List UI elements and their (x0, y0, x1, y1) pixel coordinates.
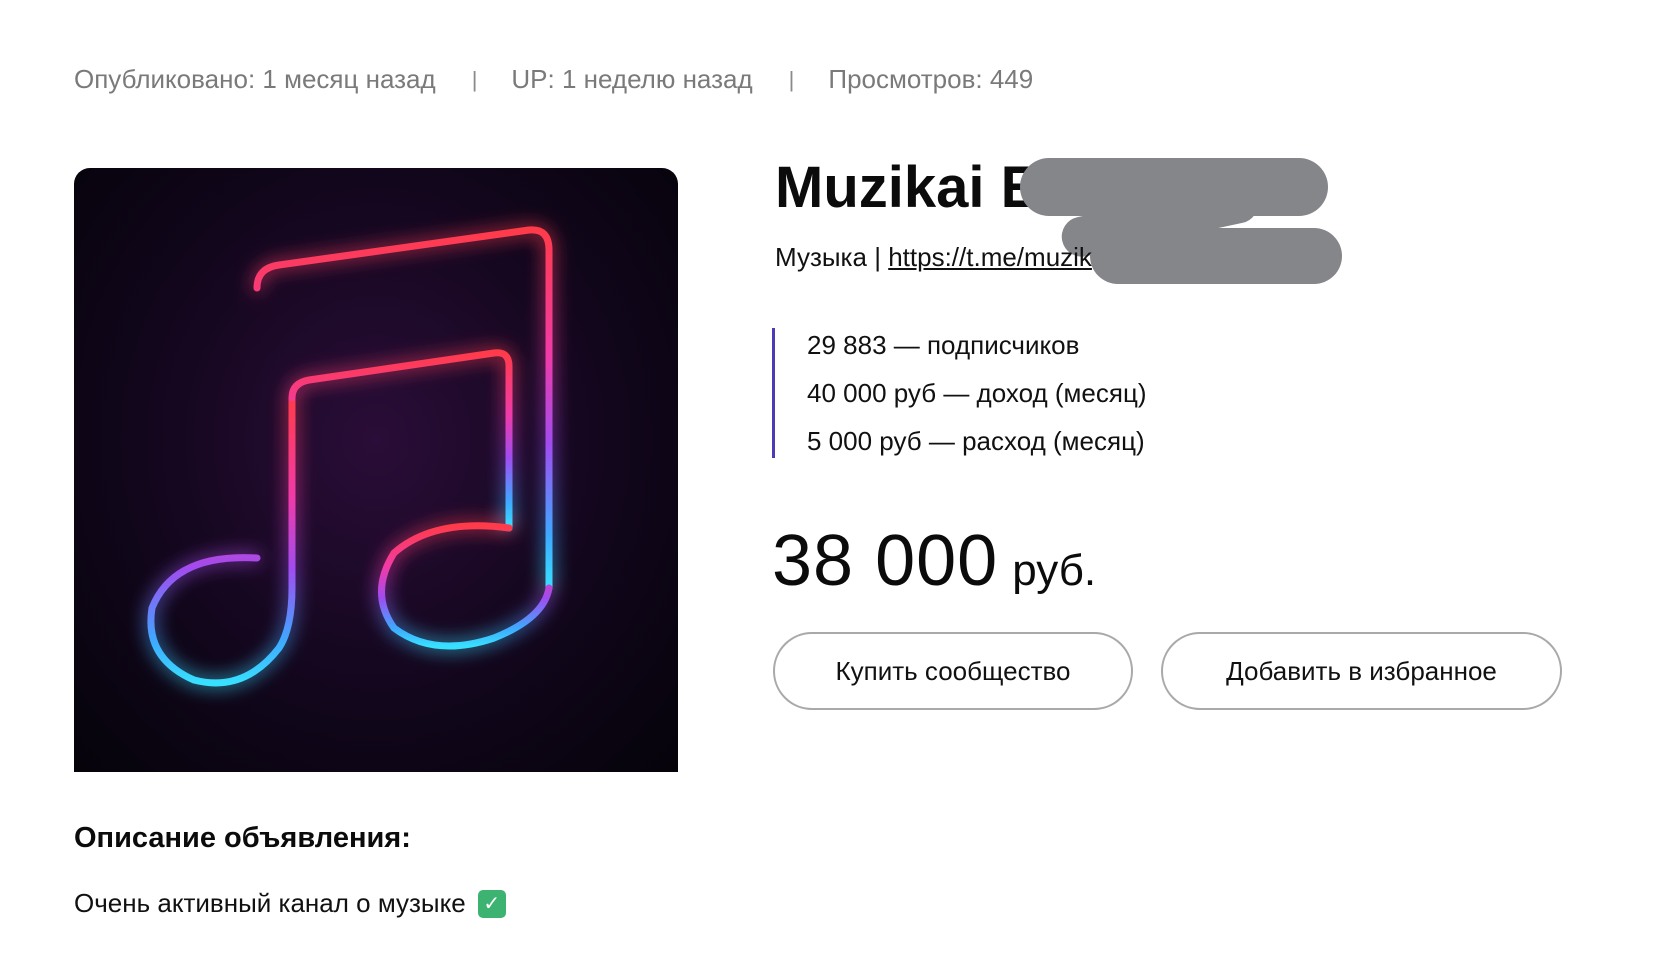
view-count: Просмотров: 449 (828, 64, 1034, 94)
price: 38 000 руб. (772, 520, 1096, 602)
channel-cover-image (74, 168, 678, 772)
buy-community-button[interactable]: Купить сообщество (773, 632, 1133, 710)
description-heading: Описание объявления: (74, 822, 411, 854)
subline-divider: | (874, 242, 881, 272)
updated-date: UP: 1 неделю назад (511, 64, 753, 94)
listing-meta: Опубликовано: 1 месяц назад | UP: 1 неде… (74, 64, 1033, 95)
redaction-mark (1090, 228, 1342, 284)
channel-link[interactable]: https://t.me/muzik (888, 242, 1092, 272)
listing-title: Muzikai E (775, 155, 1040, 220)
meta-separator: | (788, 66, 795, 92)
description-text: Очень активный канал о музыке (74, 888, 466, 918)
subscribers-stat: 29 883 — подписчиков (807, 330, 1080, 360)
check-mark-icon: ✓ (477, 889, 506, 918)
add-to-favorites-button[interactable]: Добавить в избранное (1161, 632, 1562, 710)
listing-subline: Музыка | https://t.me/muzik (775, 242, 1092, 273)
price-amount: 38 000 (772, 521, 999, 601)
published-date: Опубликовано: 1 месяц назад (74, 64, 436, 94)
description-text-row: Очень активный канал о музыке ✓ (74, 888, 506, 919)
income-stat: 40 000 руб — доход (месяц) (807, 378, 1147, 408)
listing-page: Опубликовано: 1 месяц назад | UP: 1 неде… (0, 0, 1664, 964)
expense-stat: 5 000 руб — расход (месяц) (807, 426, 1145, 456)
stats-block: 29 883 — подписчиков 40 000 руб — доход … (772, 328, 1147, 458)
category-label: Музыка (775, 242, 867, 272)
price-currency: руб. (1012, 546, 1097, 595)
meta-separator: | (471, 66, 478, 92)
music-note-icon (147, 226, 553, 687)
